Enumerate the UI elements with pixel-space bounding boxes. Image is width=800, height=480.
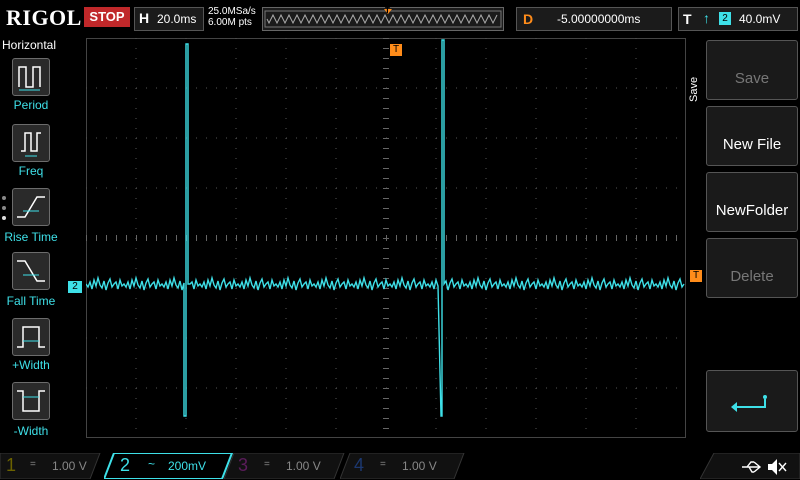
back-button[interactable] [706,370,798,432]
channel-3-number: 3 [238,455,249,475]
save-tab: Save [686,40,706,120]
channel-2-tab[interactable]: 2 ~ 200mV [104,453,234,479]
page-indicator [2,196,6,226]
rise-time-button[interactable] [12,188,50,226]
ch2-offset-marker[interactable]: 2 [68,281,82,293]
top-status-bar: RIGOL STOP H 20.0ms 25.0MSa/s 6.00M pts … [0,0,800,36]
memory-depth: 6.00M pts [208,17,252,28]
channel-3-tab[interactable]: 3 = 1.00 V [224,453,345,479]
trigger-channel: 2 [719,12,731,25]
plus-width-label: +Width [12,358,50,372]
delay-label: D [523,11,534,27]
rigol-logo: RIGOL [6,5,82,30]
channel-4-tab[interactable]: 4 = 1.00 V [340,453,465,479]
rise-time-label: Rise Time [4,230,58,244]
menu-title: Horizontal [2,38,57,52]
fall-time-icon [17,260,45,282]
plus-width-button[interactable] [12,318,50,356]
new-folder-button[interactable]: NewFolder [706,172,798,232]
status-icons [700,453,800,479]
freq-button[interactable] [12,124,50,162]
channel-1-tab[interactable]: 1 = 1.00 V [0,453,101,479]
delay-box[interactable]: D -5.00000000ms [516,7,672,31]
delay-value: -5.00000000ms [557,12,641,26]
overview-wave-icon [264,9,502,28]
trigger-label: T [683,11,692,27]
trigger-box[interactable]: T ↑ 2 40.0mV [678,7,798,31]
trigger-position-marker[interactable]: T [390,44,402,56]
positive-width-icon [17,326,45,348]
save-button-label: Save [734,70,770,87]
new-folder-label: NewFolder [715,202,789,219]
channel-1-scale: 1.00 V [52,459,87,473]
minus-width-button[interactable] [12,382,50,420]
minus-width-label: -Width [13,424,49,438]
delete-label: Delete [730,268,774,285]
graticule [85,38,686,438]
waveform-display[interactable] [85,38,686,438]
channel-4-scale: 1.00 V [402,459,437,473]
overview-trigger-marker: T [385,6,390,15]
channel-2-coupling-icon: ~ [148,457,156,471]
save-button[interactable]: Save [706,40,798,100]
channel-1-number: 1 [6,455,17,475]
return-arrow-icon [731,395,767,412]
period-button[interactable] [12,58,50,96]
channel-1-coupling-icon: = [30,459,36,470]
channel-bar: 1 = 1.00 V 2 ~ 200mV 3 = 1.00 V 4 = 1.00… [0,452,800,480]
timebase-box[interactable]: H 20.0ms [134,7,204,31]
delete-button[interactable]: Delete [706,238,798,298]
trigger-level: 40.0mV [739,12,781,26]
channel-3-coupling-icon: = [264,459,270,470]
period-icon [18,66,41,91]
freq-label: Freq [18,164,44,178]
rising-edge-icon: ↑ [703,10,710,26]
acquisition-info: 25.0MSa/s 6.00M pts [208,6,256,28]
usb-icon [742,461,762,473]
channel-4-number: 4 [354,455,365,475]
run-stop-status[interactable]: STOP [84,7,130,27]
sample-rate: 25.0MSa/s [208,6,256,17]
channel-2-number: 2 [120,455,131,475]
fall-time-button[interactable] [12,252,50,290]
measure-menu: Horizontal Period Freq Rise Time Fall Ti… [0,36,62,450]
period-label: Period [13,98,49,112]
channel-4-coupling-icon: = [380,459,386,470]
frequency-icon [21,132,41,157]
new-file-label: New File [722,136,782,153]
fall-time-label: Fall Time [6,294,56,308]
save-tab-label: Save [688,76,700,102]
new-file-button[interactable]: New File [706,106,798,166]
speaker-muted-icon[interactable] [766,457,788,477]
timebase-label: H [139,10,150,26]
timebase-value: 20.0ms [157,12,197,26]
rise-time-icon [17,196,45,218]
channel-3-scale: 1.00 V [286,459,321,473]
negative-width-icon [17,390,45,412]
save-menu: Save Save New File NewFolder Delete [686,36,800,450]
waveform-overview[interactable]: T [262,6,504,31]
channel-2-scale: 200mV [168,459,207,473]
